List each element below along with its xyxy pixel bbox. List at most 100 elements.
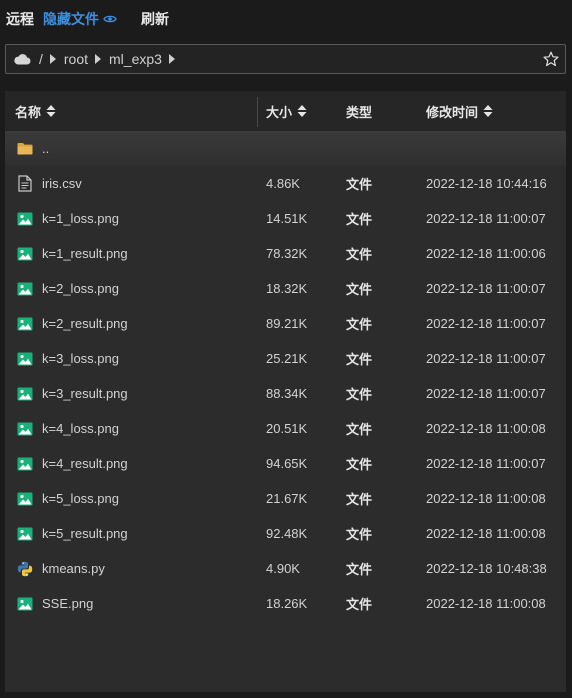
file-name: iris.csv: [42, 176, 82, 191]
image-icon: [16, 516, 34, 551]
image-icon: [16, 411, 34, 446]
file-size: 92.48K: [266, 526, 308, 541]
file-name: SSE.png: [42, 596, 94, 611]
file-size: 25.21K: [266, 351, 308, 366]
file-type: 文件: [346, 492, 373, 507]
column-header-mtime[interactable]: 修改时间: [426, 91, 493, 131]
file-list-panel: 名称 大小 类型 修改时间 .. iris.csv 4.86K 文件 2022-…: [5, 91, 566, 692]
file-mtime: 2022-12-18 11:00:08: [426, 421, 546, 436]
refresh-button[interactable]: 刷新: [141, 9, 169, 29]
hidden-files-toggle[interactable]: 隐藏文件: [43, 9, 117, 29]
file-type: 文件: [346, 212, 373, 227]
file-type: 文件: [346, 597, 373, 612]
column-header-type-label: 类型: [346, 104, 373, 120]
file-row[interactable]: k=5_loss.png 21.67K 文件 2022-12-18 11:00:08: [5, 481, 566, 516]
file-row[interactable]: k=3_result.png 88.34K 文件 2022-12-18 11:00:0…: [5, 376, 566, 411]
file-mtime: 2022-12-18 11:00:07: [426, 456, 546, 471]
file-name: k=1_loss.png: [42, 211, 119, 226]
parent-directory-label: ..: [42, 141, 50, 156]
sort-icon: [297, 104, 307, 118]
image-icon: [16, 271, 34, 306]
image-icon: [16, 306, 34, 341]
file-row[interactable]: k=1_result.png 78.32K 文件 2022-12-18 11:00:0…: [5, 236, 566, 271]
path-root-separator: /: [39, 51, 43, 67]
image-icon: [16, 236, 34, 271]
file-mtime: 2022-12-18 11:00:08: [426, 596, 546, 611]
file-mtime: 2022-12-18 11:00:07: [426, 211, 546, 226]
file-row[interactable]: k=2_loss.png 18.32K 文件 2022-12-18 11:00:07: [5, 271, 566, 306]
column-header-name-label: 名称: [15, 104, 42, 120]
image-icon: [16, 481, 34, 516]
image-icon: [16, 341, 34, 376]
file-mtime: 2022-12-18 11:00:08: [426, 526, 546, 541]
column-header-type[interactable]: 类型: [346, 91, 372, 131]
caret-right-icon: [95, 54, 102, 64]
file-mtime: 2022-12-18 11:00:07: [426, 281, 546, 296]
file-mtime: 2022-12-18 11:00:07: [426, 386, 546, 401]
file-text-icon: [16, 166, 34, 201]
column-header-size[interactable]: 大小: [266, 91, 307, 131]
breadcrumb-root[interactable]: root: [64, 51, 88, 67]
remote-button[interactable]: 远程: [6, 9, 34, 29]
cloud-icon[interactable]: [14, 53, 31, 65]
file-size: 14.51K: [266, 211, 308, 226]
file-mtime: 2022-12-18 11:00:06: [426, 246, 546, 261]
file-mtime: 2022-12-18 10:44:16: [426, 176, 547, 191]
table-header: 名称 大小 类型 修改时间: [5, 91, 566, 131]
file-size: 94.65K: [266, 456, 308, 471]
file-name: k=2_result.png: [42, 316, 128, 331]
file-name: k=3_loss.png: [42, 351, 119, 366]
file-row[interactable]: SSE.png 18.26K 文件 2022-12-18 11:00:08: [5, 586, 566, 621]
file-type: 文件: [346, 562, 373, 577]
file-name: k=4_loss.png: [42, 421, 119, 436]
file-mtime: 2022-12-18 11:00:07: [426, 316, 546, 331]
image-icon: [16, 201, 34, 236]
file-size: 89.21K: [266, 316, 308, 331]
file-size: 18.26K: [266, 596, 308, 611]
column-divider[interactable]: [257, 97, 258, 127]
breadcrumb-ml-exp3[interactable]: ml_exp3: [109, 51, 162, 67]
column-header-name[interactable]: 名称: [15, 91, 56, 131]
file-type: 文件: [346, 422, 373, 437]
path-bar: / root ml_exp3: [5, 44, 566, 74]
hidden-files-label: 隐藏文件: [43, 11, 99, 27]
sort-icon: [483, 104, 493, 118]
file-size: 78.32K: [266, 246, 308, 261]
file-type: 文件: [346, 247, 373, 262]
file-name: k=5_result.png: [42, 526, 128, 541]
image-icon: [16, 586, 34, 621]
file-size: 4.90K: [266, 561, 300, 576]
column-header-mtime-label: 修改时间: [426, 104, 479, 120]
file-mtime: 2022-12-18 11:00:07: [426, 351, 546, 366]
file-mtime: 2022-12-18 10:48:38: [426, 561, 547, 576]
file-row[interactable]: k=5_result.png 92.48K 文件 2022-12-18 11:00:0…: [5, 516, 566, 551]
image-icon: [16, 446, 34, 481]
star-icon[interactable]: [543, 51, 559, 67]
image-icon: [16, 376, 34, 411]
file-row[interactable]: iris.csv 4.86K 文件 2022-12-18 10:44:16: [5, 166, 566, 201]
caret-right-icon[interactable]: [168, 54, 175, 64]
file-row[interactable]: k=3_loss.png 25.21K 文件 2022-12-18 11:00:07: [5, 341, 566, 376]
file-type: 文件: [346, 352, 373, 367]
file-name: k=2_loss.png: [42, 281, 119, 296]
parent-directory-row[interactable]: ..: [5, 131, 566, 166]
eye-icon: [103, 14, 117, 24]
file-name: k=1_result.png: [42, 246, 128, 261]
file-name: kmeans.py: [42, 561, 105, 576]
file-type: 文件: [346, 387, 373, 402]
file-row[interactable]: kmeans.py 4.90K 文件 2022-12-18 10:48:38: [5, 551, 566, 586]
file-name: k=4_result.png: [42, 456, 128, 471]
file-row[interactable]: k=1_loss.png 14.51K 文件 2022-12-18 11:00:07: [5, 201, 566, 236]
caret-right-icon: [49, 54, 56, 64]
file-name: k=5_loss.png: [42, 491, 119, 506]
file-type: 文件: [346, 282, 373, 297]
file-type: 文件: [346, 457, 373, 472]
file-row[interactable]: k=4_loss.png 20.51K 文件 2022-12-18 11:00:08: [5, 411, 566, 446]
column-header-size-label: 大小: [266, 104, 293, 120]
file-row[interactable]: k=2_result.png 89.21K 文件 2022-12-18 11:00:0…: [5, 306, 566, 341]
file-size: 4.86K: [266, 176, 300, 191]
file-size: 88.34K: [266, 386, 308, 401]
file-size: 21.67K: [266, 491, 308, 506]
python-icon: [16, 551, 34, 586]
file-row[interactable]: k=4_result.png 94.65K 文件 2022-12-18 11:00:0…: [5, 446, 566, 481]
